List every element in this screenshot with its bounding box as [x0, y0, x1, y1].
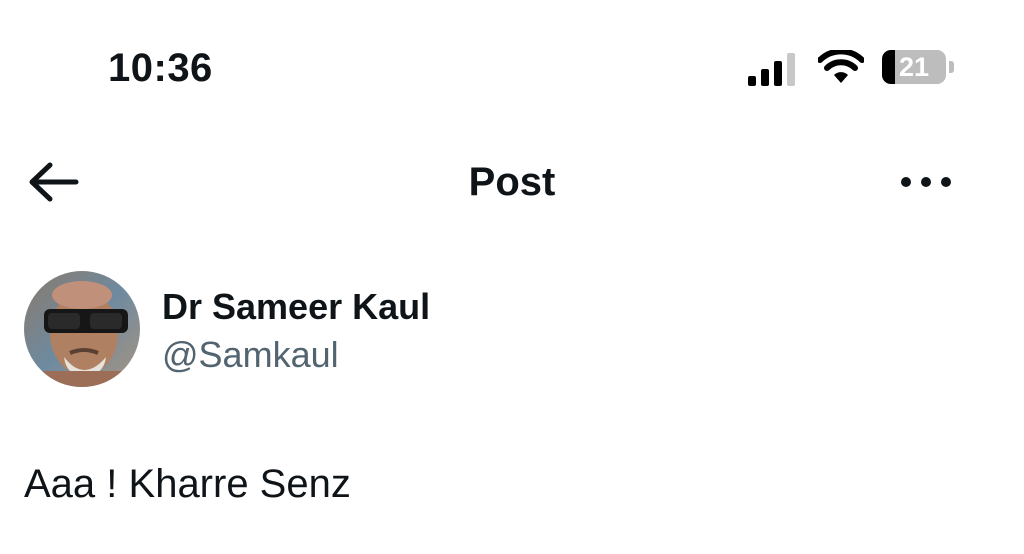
wifi-icon [818, 50, 864, 83]
battery-level-text: 21 [898, 52, 930, 82]
post-text: Aaa ! Kharre Senz [24, 462, 351, 506]
author-handle[interactable]: @Samkaul [162, 333, 339, 377]
author-name[interactable]: Dr Sameer Kaul [162, 285, 430, 329]
avatar[interactable] [24, 271, 140, 387]
battery-terminal [949, 61, 954, 73]
more-options-icon[interactable] [898, 168, 954, 196]
battery-icon: 21 [882, 50, 956, 86]
status-time: 10:36 [108, 46, 213, 90]
cellular-signal-icon [748, 53, 795, 86]
page-title: Post [468, 160, 556, 204]
